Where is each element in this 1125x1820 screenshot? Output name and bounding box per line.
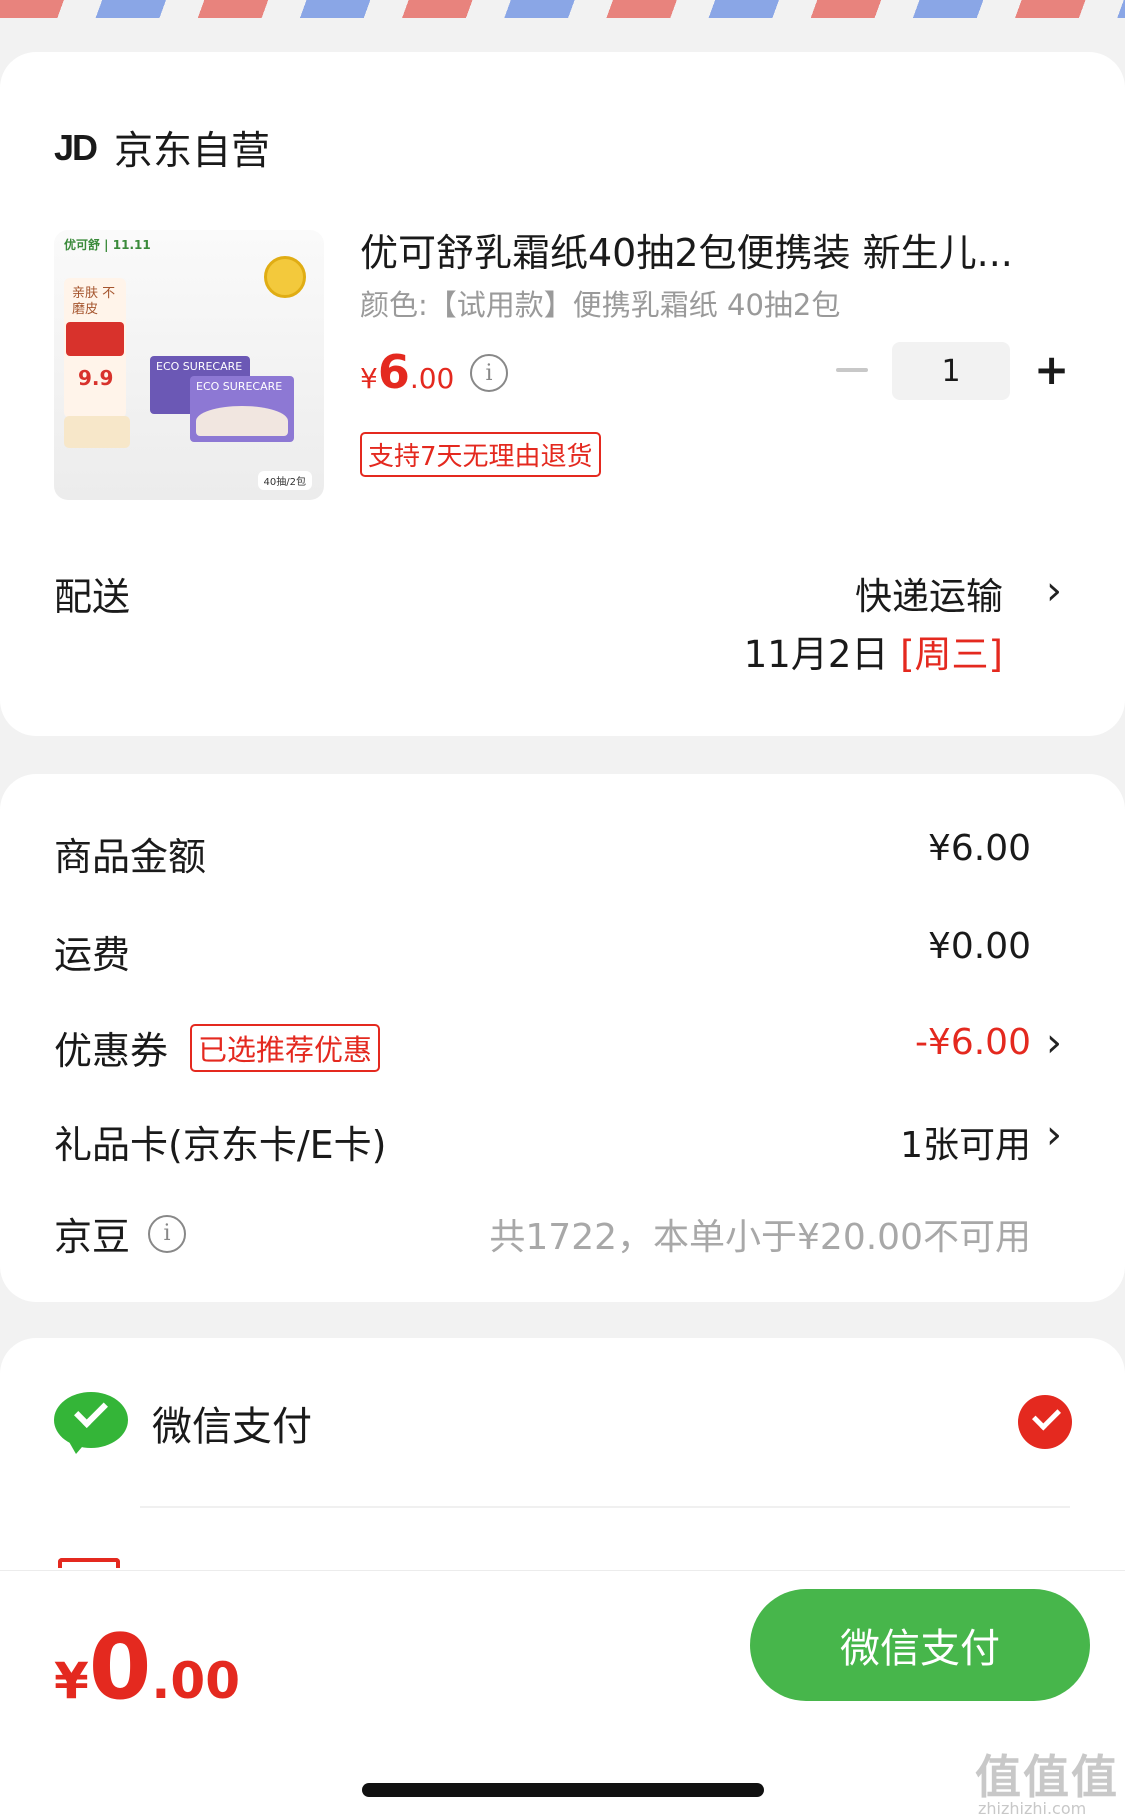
coupon-chevron-right-icon[interactable]: › xyxy=(1046,1020,1062,1066)
jd-logo: JD xyxy=(54,127,98,168)
delivery-chevron-right-icon[interactable]: › xyxy=(1046,568,1062,614)
payment-option-wechat[interactable]: 微信支付 xyxy=(54,1392,312,1454)
coupon-label: 优惠券 xyxy=(54,1029,169,1073)
goods-amount-row: 商品金额 ¥6.00 xyxy=(54,826,1071,886)
quantity-increase-button[interactable]: + xyxy=(1034,349,1069,391)
price-info-icon[interactable]: i xyxy=(470,354,508,392)
shop-name: 京东自营 xyxy=(114,129,271,174)
delivery-method[interactable]: 快递运输 xyxy=(855,566,1003,620)
coupon-value: -¥6.00 xyxy=(914,1022,1031,1063)
divider xyxy=(140,1506,1070,1508)
giftcard-row[interactable]: 礼品卡(京东卡/E卡) 1张可用 xyxy=(54,1114,1071,1174)
giftcard-value: 1张可用 xyxy=(900,1125,1031,1166)
return-policy-badge: 支持7天无理由退货 xyxy=(360,432,601,477)
jingdou-row: 京豆 i 共1722，本单小于¥20.00不可用 xyxy=(54,1206,1071,1266)
product-price: ¥ 6 .00 xyxy=(360,345,455,399)
total-amount: ¥ 0 .00 xyxy=(54,1615,240,1720)
product-image[interactable]: 优可舒 | 11.11 亲肤 不磨皮 9.9 ECO SURECARE ECO … xyxy=(54,230,324,500)
checkout-bar: ¥ 0 .00 微信支付 值值值 zhizhizhi.com xyxy=(0,1570,1125,1820)
payment-selected-check-icon[interactable] xyxy=(1018,1395,1072,1449)
jingdou-value: 共1722，本单小于¥20.00不可用 xyxy=(489,1217,1031,1258)
product-image-badge xyxy=(264,256,306,298)
airmail-border xyxy=(0,0,1125,18)
goods-amount-label: 商品金额 xyxy=(54,835,207,879)
shipping-fee-value: ¥0.00 xyxy=(927,926,1031,967)
delivery-date[interactable]: 11月2日 [周三] xyxy=(744,624,1003,678)
shipping-fee-label: 运费 xyxy=(54,933,131,977)
coupon-row[interactable]: 优惠券 已选推荐优惠 -¥6.00 xyxy=(54,1020,1071,1080)
quantity-decrease-button[interactable] xyxy=(836,368,868,372)
wechat-pay-icon xyxy=(54,1392,128,1454)
shop-header[interactable]: JD 京东自营 xyxy=(54,120,270,176)
product-image-tag2 xyxy=(64,416,130,448)
goods-amount-value: ¥6.00 xyxy=(927,828,1031,869)
quantity-input[interactable]: 1 xyxy=(892,342,1010,400)
watermark: 值值值 xyxy=(975,1750,1119,1804)
shipping-fee-row: 运费 ¥0.00 xyxy=(54,924,1071,984)
giftcard-chevron-right-icon[interactable]: › xyxy=(1046,1112,1062,1158)
payment-method-label: 微信支付 xyxy=(152,1404,312,1450)
home-indicator[interactable] xyxy=(362,1783,764,1797)
bank-card-icon xyxy=(58,1558,120,1568)
product-spec[interactable]: 颜色:【试用款】便携乳霜纸 40抽2包 xyxy=(360,282,840,324)
giftcard-label: 礼品卡(京东卡/E卡) xyxy=(54,1123,387,1167)
product-image-count: 40抽/2包 xyxy=(257,471,312,490)
product-box-2: ECO SURECARE xyxy=(190,376,294,442)
jingdou-info-icon[interactable]: i xyxy=(148,1214,187,1253)
product-title[interactable]: 优可舒乳霜纸40抽2包便携装 新生儿... xyxy=(360,222,1080,277)
jingdou-label: 京豆 xyxy=(54,1215,131,1259)
delivery-label: 配送 xyxy=(54,575,131,619)
product-image-tag: 亲肤 不磨皮 9.9 xyxy=(64,278,126,418)
coupon-recommended-badge: 已选推荐优惠 xyxy=(190,1023,381,1072)
watermark-url: zhizhizhi.com xyxy=(978,1799,1087,1818)
wechat-pay-button[interactable]: 微信支付 xyxy=(750,1589,1090,1701)
product-image-brand: 优可舒 | 11.11 xyxy=(64,238,151,252)
